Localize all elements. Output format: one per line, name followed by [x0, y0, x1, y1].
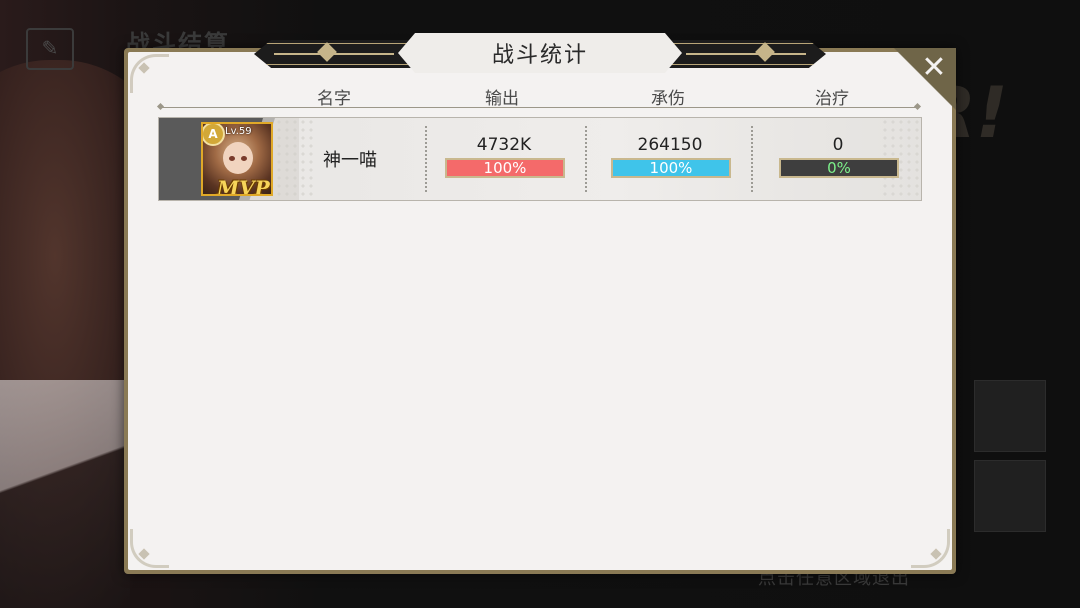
corner-ornament [130, 529, 169, 568]
column-divider [751, 126, 753, 192]
damage-taken-stat: 264150 100% [605, 134, 735, 178]
avatar-face [223, 142, 253, 174]
damage-taken-value: 264150 [637, 135, 703, 155]
header-output: 输出 [485, 89, 519, 109]
healing-value: 0 [832, 135, 844, 155]
output-stat: 4732K 100% [439, 134, 569, 178]
dialog-title-box: 战斗统计 [398, 33, 682, 73]
stats-header: 名字 输出 承伤 治疗 [160, 84, 920, 109]
healing-stat: 0 0% [773, 134, 903, 178]
player-row[interactable]: A Lv.59 MVP 神一喵 4732K 100% 264150 100% 0… [158, 117, 922, 201]
column-divider [585, 126, 587, 192]
player-level: Lv.59 [225, 126, 252, 137]
damage-taken-percent: 100% [649, 159, 693, 177]
avatar-eye [241, 156, 247, 161]
header-divider [160, 107, 918, 108]
header-healing: 治疗 [815, 89, 849, 109]
healing-bar: 0% [779, 158, 899, 178]
avatar[interactable]: A Lv.59 MVP [201, 122, 273, 196]
output-value: 4732K [476, 135, 532, 155]
background-character-coat [0, 380, 130, 608]
damage-taken-bar: 100% [611, 158, 731, 178]
notes-icon: ✎ [26, 28, 74, 70]
header-damage-taken: 承伤 [651, 89, 685, 109]
output-bar: 100% [445, 158, 565, 178]
rank-badge-icon: A [203, 124, 225, 146]
dialog-title: 战斗统计 [491, 43, 588, 68]
avatar-eye [229, 156, 235, 161]
healing-percent: 0% [827, 159, 851, 177]
background-tile [974, 460, 1046, 532]
corner-ornament [911, 529, 950, 568]
header-name: 名字 [317, 89, 351, 109]
player-name: 神一喵 [323, 150, 377, 171]
column-divider [425, 126, 427, 192]
output-percent: 100% [483, 159, 527, 177]
background-tile [974, 380, 1046, 452]
mvp-badge: MVP [217, 176, 270, 196]
ribbon-line [686, 53, 806, 55]
close-icon[interactable]: ✕ [914, 48, 954, 88]
